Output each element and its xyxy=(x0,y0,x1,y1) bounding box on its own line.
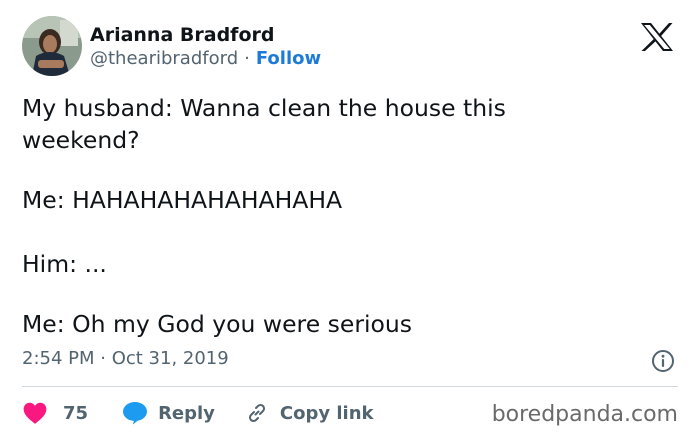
author-name[interactable]: Arianna Bradford xyxy=(90,24,274,46)
handle-separator: · xyxy=(244,48,250,69)
reply-button[interactable]: Reply xyxy=(122,401,215,425)
divider xyxy=(22,386,678,387)
author-handle-row: @thearibradford · Follow xyxy=(90,48,321,69)
like-button[interactable]: 75 xyxy=(22,401,88,425)
tweet-text-line-2: weekend? xyxy=(22,126,140,154)
avatar[interactable] xyxy=(22,16,82,76)
tweet-text-line-1: My husband: Wanna clean the house this xyxy=(22,94,506,122)
tweet-timestamp[interactable]: 2:54 PM · Oct 31, 2019 xyxy=(22,348,229,369)
x-logo-icon[interactable] xyxy=(639,22,675,52)
copy-link-label: Copy link xyxy=(279,402,374,424)
like-count: 75 xyxy=(63,402,89,424)
copy-link-button[interactable]: Copy link xyxy=(245,401,374,425)
heart-icon xyxy=(23,402,47,424)
info-icon[interactable] xyxy=(651,349,675,373)
watermark: boredpanda.com xyxy=(491,402,678,427)
link-icon xyxy=(248,403,265,423)
follow-button[interactable]: Follow xyxy=(256,48,321,69)
reply-label: Reply xyxy=(158,402,215,424)
tweet-text-line-3: Me: HAHAHAHAHAHAHAHA xyxy=(22,186,343,214)
author-handle[interactable]: @thearibradford xyxy=(90,48,238,69)
tweet-text-line-5: Me: Oh my God you were serious xyxy=(22,310,413,338)
tweet-text-line-4: Him: ... xyxy=(22,250,107,278)
speech-bubble-icon xyxy=(123,402,148,425)
action-bar: 75 Reply Copy link xyxy=(22,398,374,428)
